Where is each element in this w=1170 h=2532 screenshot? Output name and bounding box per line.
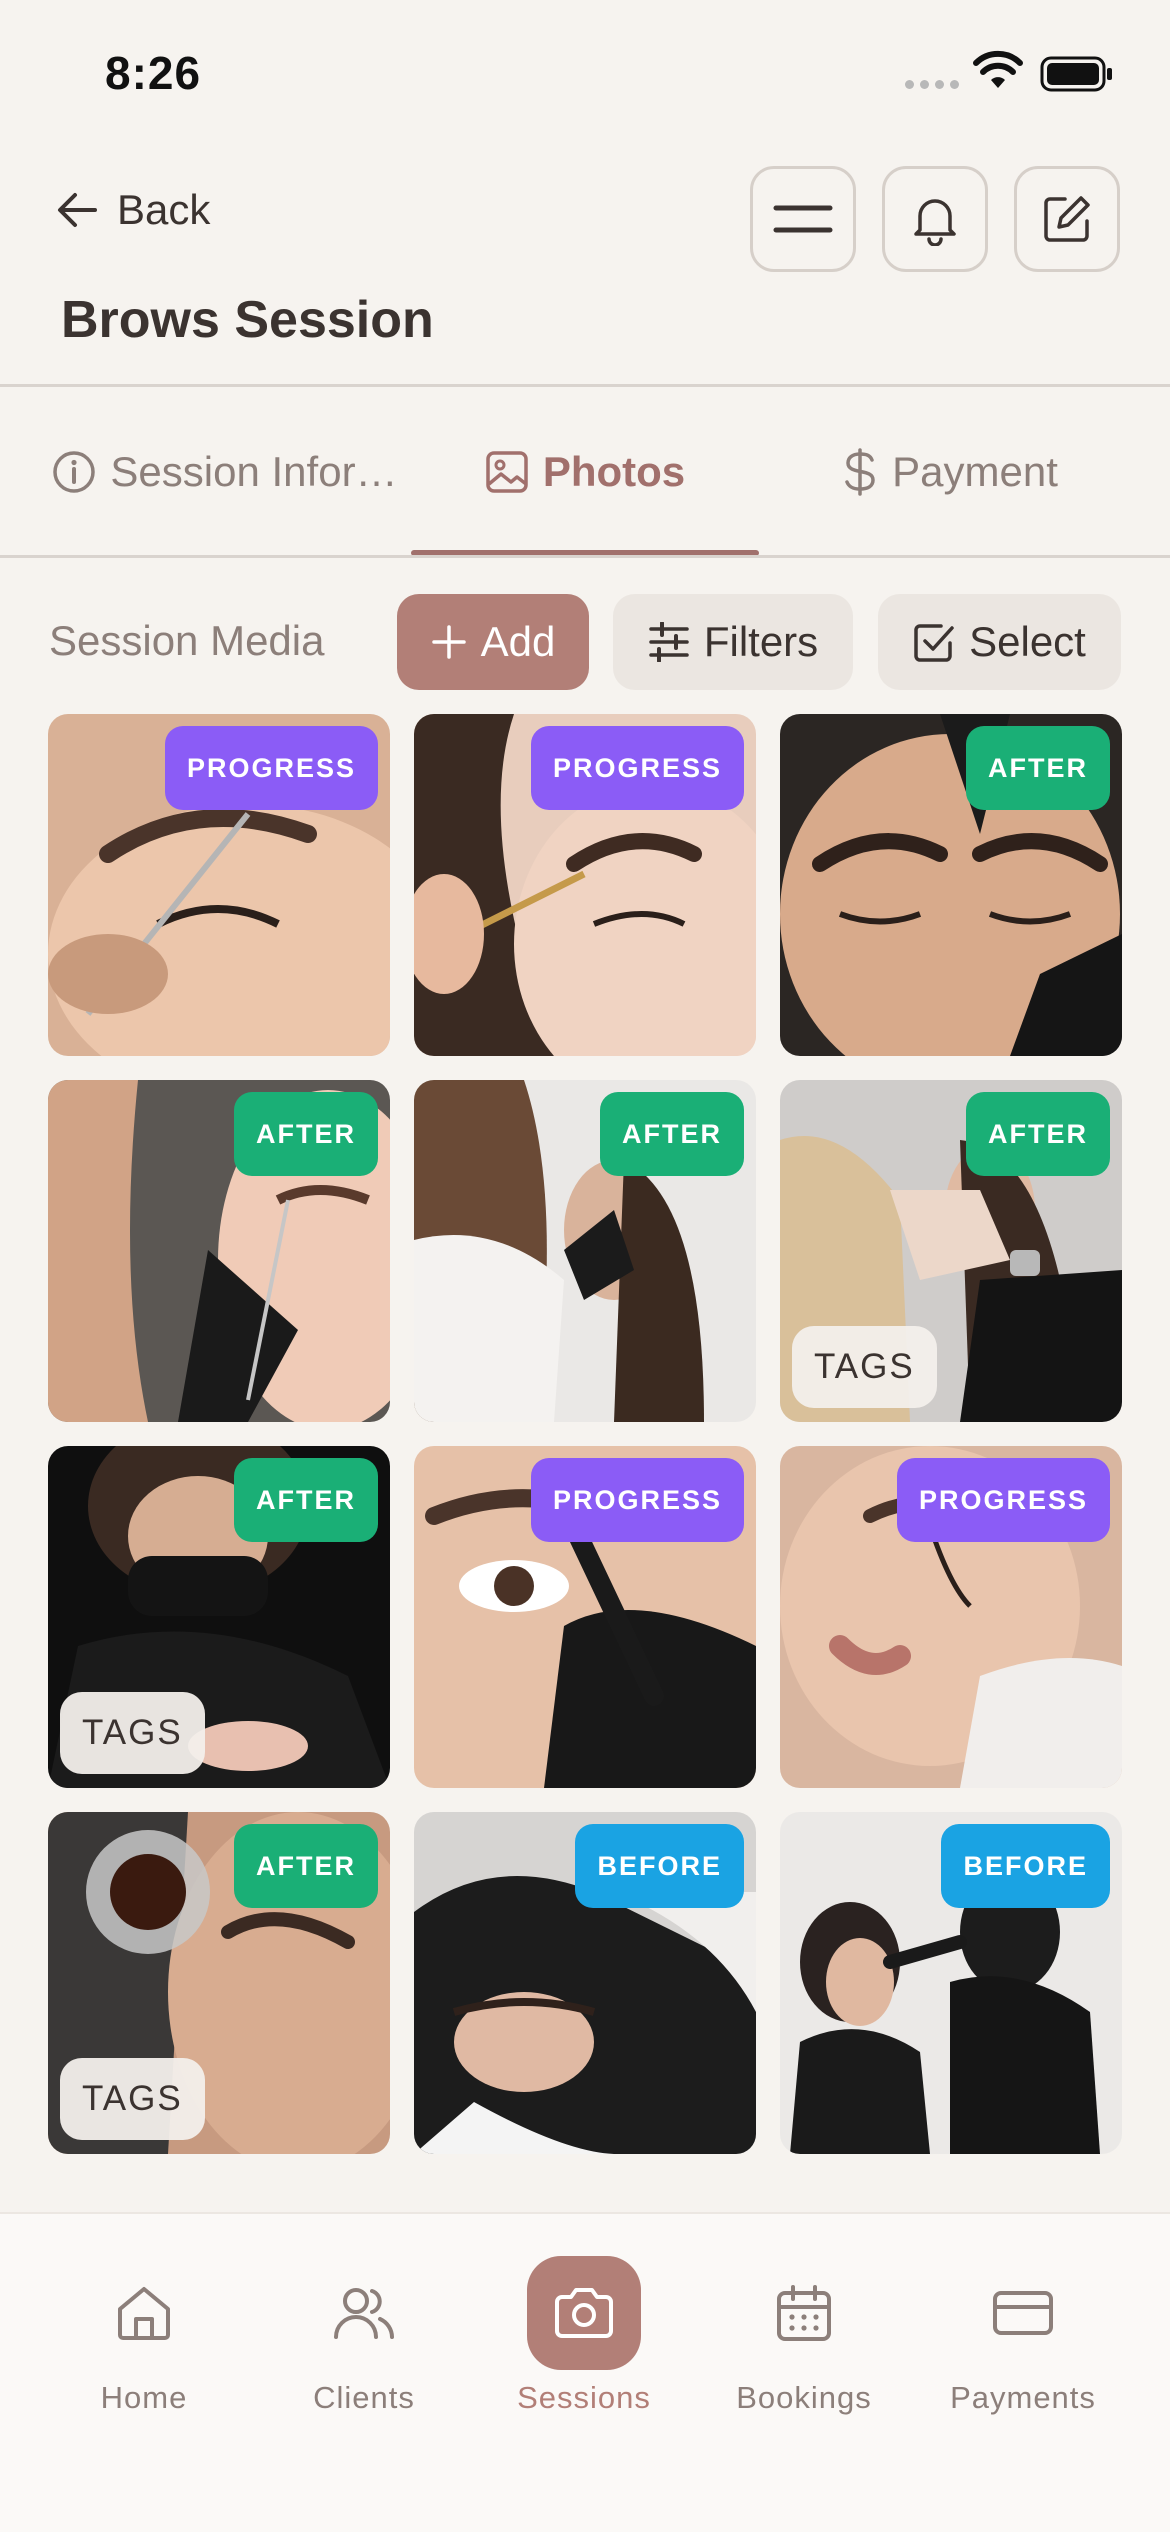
nav-label: Home [100, 2380, 188, 2415]
photo-tile[interactable]: PROGRESS [48, 714, 390, 1056]
nav-item-payments[interactable]: Payments [913, 2214, 1133, 2434]
status-badge: BEFORE [941, 1824, 1110, 1908]
status-badge: AFTER [234, 1824, 378, 1908]
photo-tile[interactable]: AFTER TAGS [48, 1812, 390, 2154]
bottom-navigation: Home Clients Sessions Bookings Payments [0, 2212, 1170, 2532]
nav-item-clients[interactable]: Clients [254, 2214, 474, 2434]
menu-button[interactable] [750, 166, 856, 272]
menu-icon [773, 205, 833, 233]
dollar-icon [845, 448, 875, 496]
status-badge: PROGRESS [164, 726, 378, 810]
photo-tile[interactable]: AFTER [414, 1080, 756, 1422]
checkbox-icon [914, 624, 954, 662]
nav-icon-wrap [527, 2256, 641, 2370]
add-button[interactable]: Add [397, 594, 589, 690]
select-label: Select [969, 618, 1086, 665]
tab-label: Photos [542, 448, 686, 495]
tab-photos[interactable]: Photos [411, 387, 759, 557]
tags-chip[interactable]: TAGS [60, 2058, 205, 2140]
home-icon [118, 2287, 170, 2340]
photo-tile[interactable]: AFTER TAGS [48, 1446, 390, 1788]
section-title: Session Media [49, 617, 325, 664]
status-time: 8:26 [105, 47, 202, 99]
status-bar: 8:26 [0, 0, 1170, 150]
image-icon [486, 451, 528, 493]
filters-button[interactable]: Filters [613, 594, 853, 690]
photo-tile[interactable]: AFTER [48, 1080, 390, 1422]
battery-icon [1040, 56, 1112, 92]
status-badge: AFTER [966, 1092, 1110, 1176]
signal-icon [905, 80, 961, 90]
status-badge: AFTER [234, 1092, 378, 1176]
tab-session-info[interactable]: Session Infor… [30, 387, 420, 557]
tags-chip[interactable]: TAGS [792, 1326, 937, 1408]
tab-label: Session Infor… [110, 448, 398, 495]
photo-grid: PROGRESS PROGRESS AFTER AFTER AFTER AFTE… [48, 714, 1122, 2154]
back-button[interactable]: Back [55, 186, 210, 234]
photo-tile[interactable]: PROGRESS [414, 714, 756, 1056]
nav-icon-wrap [747, 2256, 861, 2370]
card-icon [993, 2291, 1053, 2335]
photo-tile[interactable]: AFTER [780, 714, 1122, 1056]
status-badge: BEFORE [575, 1824, 744, 1908]
plus-icon [431, 625, 466, 659]
tab-payment[interactable]: Payment [780, 387, 1120, 557]
wifi-icon [973, 50, 1023, 88]
status-badge: AFTER [600, 1092, 744, 1176]
edit-icon [1044, 196, 1090, 242]
notifications-button[interactable] [882, 166, 988, 272]
arrow-left-icon [58, 193, 97, 227]
add-label: Add [480, 618, 556, 665]
camera-icon [555, 2288, 613, 2338]
nav-label: Bookings [736, 2380, 872, 2415]
nav-icon-wrap [966, 2256, 1080, 2370]
status-badge: AFTER [234, 1458, 378, 1542]
divider [0, 555, 1170, 558]
nav-icon-wrap [87, 2256, 201, 2370]
nav-item-sessions[interactable]: Sessions [474, 2214, 694, 2434]
filters-label: Filters [703, 618, 819, 665]
photo-tile[interactable]: PROGRESS [414, 1446, 756, 1788]
photo-tile[interactable]: AFTER TAGS [780, 1080, 1122, 1422]
photo-tile[interactable]: PROGRESS [780, 1446, 1122, 1788]
bell-icon [914, 199, 956, 246]
status-badge: PROGRESS [530, 1458, 744, 1542]
tags-chip[interactable]: TAGS [60, 1692, 205, 1774]
users-icon [334, 2288, 394, 2339]
nav-label: Sessions [517, 2380, 651, 2415]
tab-label: Payment [892, 448, 1058, 495]
page-title: Brows Session [61, 291, 434, 349]
edit-button[interactable] [1014, 166, 1120, 272]
sliders-icon [649, 622, 689, 662]
status-badge: PROGRESS [530, 726, 744, 810]
select-button[interactable]: Select [878, 594, 1121, 690]
back-label: Back [117, 186, 211, 233]
photo-tile[interactable]: BEFORE [414, 1812, 756, 2154]
nav-icon-wrap [307, 2256, 421, 2370]
nav-item-home[interactable]: Home [34, 2214, 254, 2434]
nav-label: Clients [313, 2380, 415, 2415]
status-badge: PROGRESS [896, 1458, 1110, 1542]
photo-tile[interactable]: BEFORE [780, 1812, 1122, 2154]
info-icon [53, 451, 96, 493]
nav-item-bookings[interactable]: Bookings [694, 2214, 914, 2434]
nav-label: Payments [950, 2380, 1096, 2415]
tab-bar: Session Infor… Photos Payment [0, 387, 1170, 557]
status-badge: AFTER [966, 726, 1110, 810]
calendar-icon [777, 2285, 831, 2341]
